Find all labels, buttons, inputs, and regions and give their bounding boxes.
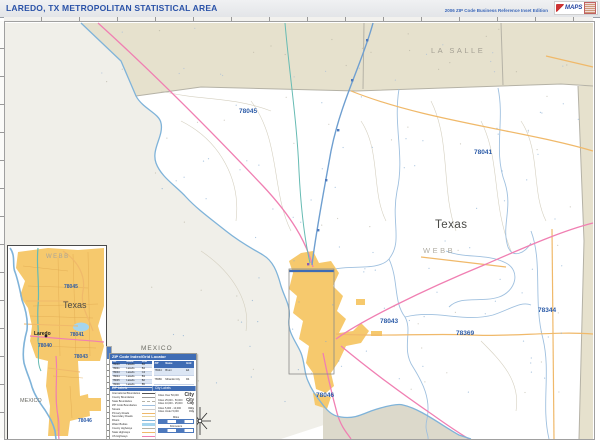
zip-label-78043: 78043 xyxy=(380,318,398,325)
intl-boundary-sample xyxy=(142,393,155,394)
country-label-mexico: MEXICO xyxy=(141,345,173,352)
index-zip: 78344 xyxy=(154,368,165,376)
index-name: Mirando City xyxy=(165,376,186,385)
inset-zip-78043: 78043 xyxy=(74,354,88,360)
streets-sample xyxy=(142,409,155,410)
primary-roads-sample xyxy=(142,413,155,414)
inset-terrain xyxy=(8,246,106,439)
index-row: 78344BruniE4 xyxy=(154,368,194,376)
index-zip: 78369 xyxy=(154,376,165,385)
inset-zip-78046: 78046 xyxy=(78,418,92,424)
inset-county-label: WEBB xyxy=(46,254,70,260)
legend-city-item: Cities Under 5,000City xyxy=(158,410,194,415)
zip-label-78369: 78369 xyxy=(456,330,474,337)
state-boundary-sample xyxy=(142,401,155,402)
logo-triangle-icon xyxy=(556,4,564,12)
inset-country-label: MEXICO xyxy=(20,398,42,404)
state-hwy-sample xyxy=(142,432,155,433)
km-bar xyxy=(158,428,194,432)
index-name: Bruni xyxy=(165,368,186,376)
inset-zip-78040: 78040 xyxy=(38,343,52,349)
legend-city-items: Cities Over 50,000City Cities 25,000 - 5… xyxy=(155,392,194,440)
zip-boundaries xyxy=(335,88,549,439)
miles-bar xyxy=(158,419,194,423)
inset-lake xyxy=(73,323,89,332)
zip-label-78045: 78045 xyxy=(239,108,257,115)
us-hwy-sample xyxy=(142,436,155,437)
inset-state-label: Texas xyxy=(63,300,87,310)
index-grid: D4 xyxy=(186,376,194,385)
logo-brand-text: MAPS xyxy=(565,5,582,11)
legend-line-items: International Boundaries County Boundari… xyxy=(112,392,155,440)
inset-zip-78045: 78045 xyxy=(64,284,78,290)
publisher-logo: MAPS xyxy=(554,1,598,15)
index-grid: E4 xyxy=(186,368,194,376)
inset-urban-patch xyxy=(88,398,101,411)
index-header: Grid xyxy=(186,361,194,368)
index-header: ZIP xyxy=(154,361,165,368)
edition-label: 2006 ZIP Code Business Reference Inset E… xyxy=(445,8,548,13)
water-bodies-sample xyxy=(142,423,155,426)
zip-label-78041: 78041 xyxy=(474,149,492,156)
city-marker xyxy=(307,263,309,265)
zip-label-78046: 78046 xyxy=(316,392,334,399)
scale-bar-km: Kilometers xyxy=(158,425,194,432)
zip-label-78344: 78344 xyxy=(538,307,556,314)
index-header: Name xyxy=(165,361,186,368)
zip-labels-header: ZIP Labels xyxy=(110,386,153,391)
title-bar: LAREDO, TX METROPOLITAN STATISTICAL AREA… xyxy=(0,0,600,18)
secondary-roads-sample xyxy=(142,416,155,417)
state-label-texas: Texas xyxy=(435,219,468,231)
inset-city-label: Laredo xyxy=(34,331,51,337)
map-title: LAREDO, TX METROPOLITAN STATISTICAL AREA xyxy=(6,3,218,13)
legend-sub-bar: ZIP Labels City Labels xyxy=(110,386,196,391)
mexico-south-area xyxy=(323,404,471,439)
legend-box: ZIP Code Index/Grid Locator ZIP Name Gri… xyxy=(109,353,197,440)
zip-boundary-sample xyxy=(142,405,155,406)
zip-index-tables: ZIP Name Grid 78040LaredoB4 78041LaredoB… xyxy=(110,360,196,386)
city-labels-header: City Labels xyxy=(153,386,196,391)
logo-badge-icon xyxy=(584,2,596,14)
primary-roads xyxy=(336,56,593,439)
county-label-webb: WEBB xyxy=(423,246,455,255)
county-boundary-sample xyxy=(142,397,155,398)
zip-index-table-right: ZIP Name Grid 78344BruniE4 78369Mirando … xyxy=(154,361,194,385)
index-row: 78369Mirando CityD4 xyxy=(154,376,194,385)
rivers-sample xyxy=(142,420,155,421)
zip-index-table-left: ZIP Name Grid 78040LaredoB4 78041LaredoB… xyxy=(112,361,152,388)
county-hwy-sample xyxy=(142,428,155,429)
inset-zip-78041: 78041 xyxy=(70,332,84,338)
county-label-la-salle: LA SALLE xyxy=(431,46,485,55)
inset-map[interactable]: WEBB 78045 Texas Laredo 78041 78040 7804… xyxy=(7,245,107,440)
legend-item: Water Bodies xyxy=(112,423,155,427)
main-map[interactable]: LA SALLE 78045 78041 Texas WEBB 78043 78… xyxy=(4,21,595,440)
scale-bar-miles: Miles xyxy=(158,416,194,423)
